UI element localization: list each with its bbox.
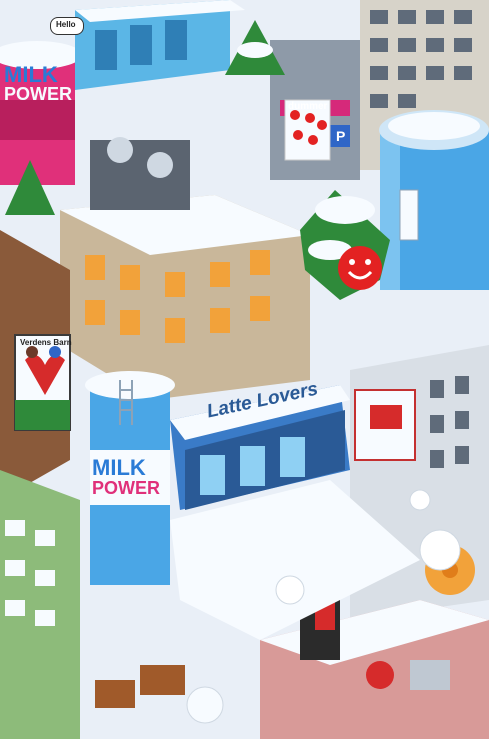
milk-sign-bottom-line2: POWER	[92, 478, 161, 498]
milk-sign-top-line2: POWER	[4, 84, 73, 104]
blue-tower-right	[379, 110, 489, 290]
left-wood-house	[0, 230, 71, 500]
verdens-barn-sign: Verdens Barn	[20, 338, 72, 347]
dummer-sign: dummer	[288, 101, 328, 112]
red-smiley	[338, 246, 382, 290]
winter-city-scene: Hello MILK POWER MILK POWER dummer P Ver…	[0, 0, 489, 739]
speech-bubble-text: Hello	[56, 20, 76, 29]
speech-bubble: Hello	[50, 17, 84, 35]
green-building-left	[0, 470, 80, 739]
parking-sign: P	[336, 128, 346, 144]
city-illustration	[0, 0, 489, 739]
